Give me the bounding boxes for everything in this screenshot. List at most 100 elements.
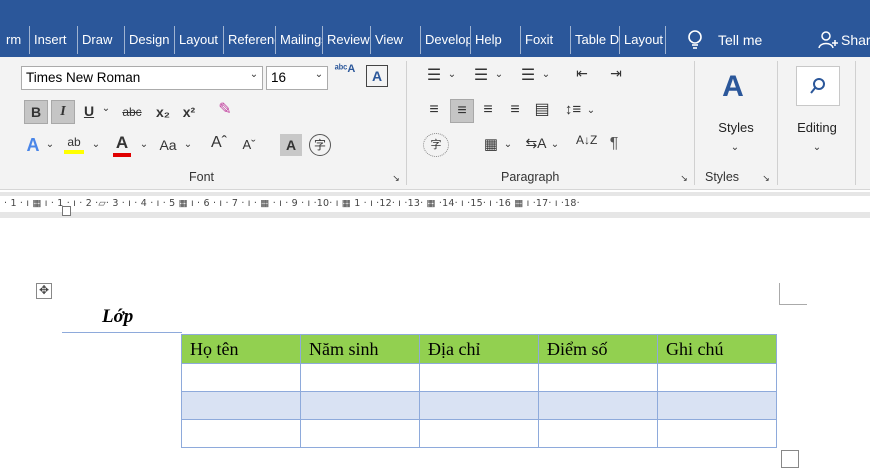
font-name-combobox[interactable]: Times New Roman <box>21 66 263 90</box>
line-spacing-icon[interactable]: ↕≡ <box>562 101 584 118</box>
tab-design[interactable]: Design <box>125 26 175 54</box>
font-color-icon[interactable]: A <box>110 133 134 157</box>
tab-file-home[interactable]: rm <box>0 26 30 54</box>
show-formatting-pilcrow-icon[interactable]: ¶ <box>604 135 624 153</box>
numbering-icon[interactable]: ☰ <box>470 65 492 85</box>
tab-developer[interactable]: Developer <box>421 26 471 54</box>
header-cell[interactable]: Họ tên <box>181 334 301 364</box>
table-cell[interactable] <box>538 363 658 392</box>
header-cell[interactable]: Năm sinh <box>300 334 420 364</box>
text-effects-eraser-icon[interactable]: ✎ <box>214 99 236 119</box>
chevron-down-icon[interactable]: ⌄ <box>493 69 505 80</box>
chevron-down-icon[interactable]: ⌄ <box>502 139 514 150</box>
table-cell[interactable] <box>419 363 539 392</box>
multilevel-list-icon[interactable]: ☰ <box>517 65 539 85</box>
shrink-font-icon[interactable]: Aˇ <box>237 137 261 152</box>
table-cell[interactable] <box>419 391 539 420</box>
dialog-launcher-icon[interactable]: ↘ <box>760 173 772 184</box>
table-cell[interactable] <box>538 419 658 448</box>
chevron-down-icon[interactable]: ⌄ <box>100 103 112 114</box>
margin-corner-marker <box>779 283 807 305</box>
sort-icon[interactable]: A↓Z <box>576 133 597 147</box>
editing-button[interactable]: Editing <box>787 120 847 135</box>
chevron-down-icon[interactable]: ⌄ <box>312 69 326 80</box>
tab-mailings[interactable]: Mailings <box>276 26 323 54</box>
tab-review[interactable]: Review <box>323 26 371 54</box>
bullets-icon[interactable]: ☰ <box>423 65 445 85</box>
underline-button[interactable]: U <box>78 100 100 122</box>
tab-table-layout[interactable]: Layout <box>620 26 666 54</box>
table-cell[interactable] <box>181 391 301 420</box>
table-cell[interactable] <box>181 363 301 392</box>
align-left-icon[interactable]: ≡ <box>423 101 445 119</box>
student-table[interactable]: Họ tên Năm sinh Địa chỉ Điểm số Ghi chú <box>181 334 777 448</box>
tab-foxit[interactable]: Foxit <box>521 26 571 54</box>
tab-view[interactable]: View <box>371 26 421 54</box>
chevron-down-icon[interactable]: ⌄ <box>446 69 458 80</box>
header-cell[interactable]: Địa chỉ <box>419 334 539 364</box>
table-cell[interactable] <box>657 419 777 448</box>
decrease-indent-icon[interactable]: ⇤ <box>570 65 594 82</box>
table-cell[interactable] <box>300 391 420 420</box>
tab-help[interactable]: Help <box>471 26 521 54</box>
share-person-icon[interactable] <box>818 30 838 50</box>
subscript-button[interactable]: x₂ <box>152 101 174 123</box>
styles-button[interactable]: Styles <box>713 120 759 135</box>
table-cell[interactable] <box>538 391 658 420</box>
increase-indent-icon[interactable]: ⇥ <box>604 65 628 82</box>
lightbulb-icon[interactable] <box>685 28 705 52</box>
tab-table-design[interactable]: Table Design <box>571 26 620 54</box>
center-align-icon[interactable]: ≡ <box>450 99 474 123</box>
chevron-down-icon[interactable]: ⌄ <box>247 69 261 80</box>
header-cell[interactable]: Điểm số <box>538 334 658 364</box>
table-cell[interactable] <box>657 363 777 392</box>
chevron-down-icon[interactable]: ⌄ <box>811 142 823 153</box>
chevron-down-icon[interactable]: ⌄ <box>44 139 56 150</box>
shading-icon[interactable]: ▦ <box>480 135 502 153</box>
styles-gallery-icon[interactable]: A <box>713 67 753 107</box>
tell-me-search[interactable]: Tell me <box>718 26 762 54</box>
table-move-handle-icon[interactable]: ✥ <box>36 283 52 299</box>
strikethrough-button[interactable]: abc <box>117 101 147 123</box>
enclose-character-icon[interactable]: 字 <box>309 134 331 156</box>
tab-layout[interactable]: Layout <box>175 26 224 54</box>
clear-format-a-icon[interactable]: A <box>366 65 388 87</box>
change-case-button[interactable]: Aa <box>154 137 182 153</box>
find-magnifier-icon[interactable] <box>796 66 840 106</box>
table-cell[interactable] <box>657 391 777 420</box>
chevron-down-icon[interactable]: ⌄ <box>182 139 194 150</box>
table-cell[interactable] <box>300 363 420 392</box>
share-button[interactable]: Share <box>841 26 870 54</box>
align-right-icon[interactable]: ≡ <box>477 101 499 119</box>
highlight-color-icon[interactable]: ab <box>60 135 88 154</box>
change-case-abc-icon[interactable]: ᵃᵇᶜA <box>333 63 357 75</box>
bold-button[interactable]: B <box>24 100 48 124</box>
dialog-launcher-icon[interactable]: ↘ <box>678 173 690 184</box>
indent-marker[interactable] <box>62 206 71 216</box>
text-effects-icon[interactable]: A <box>22 135 44 156</box>
borders-icon[interactable]: ⇆A <box>524 135 548 152</box>
chevron-down-icon[interactable]: ⌄ <box>138 139 150 150</box>
justify-icon[interactable]: ≡ <box>504 101 526 119</box>
chevron-down-icon[interactable]: ⌄ <box>585 105 597 116</box>
horizontal-ruler[interactable]: · 1 · ı ▦ ı · 1 · ı · 2 ·▱· 3 · ı · 4 · … <box>0 192 870 218</box>
table-cell[interactable] <box>181 419 301 448</box>
table-resize-handle[interactable] <box>781 450 799 468</box>
table-cell[interactable] <box>419 419 539 448</box>
chevron-down-icon[interactable]: ⌄ <box>90 139 102 150</box>
header-cell[interactable]: Ghi chú <box>657 334 777 364</box>
grow-font-icon[interactable]: Aˆ <box>207 134 231 152</box>
dialog-launcher-icon[interactable]: ↘ <box>390 173 402 184</box>
tab-insert[interactable]: Insert <box>30 26 78 54</box>
chevron-down-icon[interactable]: ⌄ <box>540 69 552 80</box>
tab-draw[interactable]: Draw <box>78 26 125 54</box>
italic-button[interactable]: I <box>51 100 75 124</box>
tab-references[interactable]: References <box>224 26 276 54</box>
table-cell[interactable] <box>300 419 420 448</box>
distributed-icon[interactable]: ▤ <box>531 99 553 119</box>
asian-layout-icon[interactable]: 字 <box>423 133 449 157</box>
character-shading-icon[interactable]: A <box>280 134 302 156</box>
chevron-down-icon[interactable]: ⌄ <box>549 139 561 150</box>
chevron-down-icon[interactable]: ⌄ <box>729 142 741 153</box>
superscript-button[interactable]: x² <box>178 101 200 123</box>
